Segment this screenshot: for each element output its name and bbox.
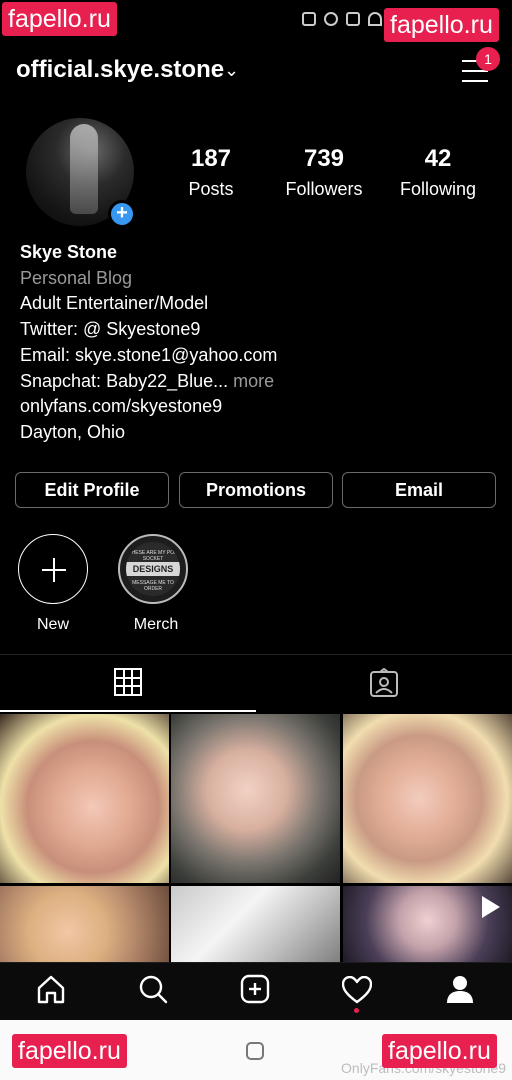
highlight-label-merch: Merch <box>133 616 179 633</box>
stat-value: 42 <box>424 145 452 172</box>
email-button[interactable]: Email <box>342 472 496 508</box>
watermark-top-right: fapello.ru <box>384 8 499 42</box>
bio-line: Snapchat: Baby22_Blue... <box>20 370 229 391</box>
post-thumbnail[interactable] <box>0 714 169 883</box>
chevron-down-icon[interactable]: ⌄ <box>224 60 239 81</box>
website-link[interactable]: onlyfans.com/skyestone9 <box>20 394 490 420</box>
grid-icon[interactable] <box>114 668 142 696</box>
stat-label: Posts <box>188 179 234 199</box>
home-icon[interactable] <box>36 974 66 1004</box>
alarm-icon <box>324 12 338 26</box>
stat-following[interactable]: 42 Following <box>383 145 493 200</box>
post-thumbnail[interactable] <box>171 886 340 962</box>
category-label: Personal Blog <box>20 267 133 288</box>
cover-bottom-text: MESSAGE ME TO ORDER <box>132 580 174 592</box>
profile-bio: Skye Stone Personal Blog Adult Entertain… <box>20 240 490 446</box>
promotions-button[interactable]: Promotions <box>179 472 333 508</box>
stat-posts[interactable]: 187 Posts <box>156 145 266 200</box>
activity-dot <box>354 1008 359 1013</box>
folder-icon <box>302 12 316 26</box>
status-icons <box>302 12 382 26</box>
post-thumbnail[interactable] <box>343 714 512 883</box>
system-home-button[interactable] <box>246 1042 264 1060</box>
watermark-bottom-right: fapello.ru <box>382 1034 497 1068</box>
cover-top-text: THESE ARE MY POP SOCKET <box>128 550 178 562</box>
stat-value: 739 <box>303 145 345 172</box>
highlight-merch[interactable]: THESE ARE MY POP SOCKET DESIGNS MESSAGE … <box>118 534 188 604</box>
more-link[interactable]: more <box>228 371 274 391</box>
post-thumbnail[interactable] <box>0 886 169 962</box>
stat-label: Followers <box>285 179 363 199</box>
cover-band-text: DESIGNS <box>126 562 180 576</box>
tab-active-indicator <box>0 710 256 712</box>
stat-label: Following <box>399 179 477 199</box>
highlight-label-new: New <box>36 616 69 633</box>
highlight-cover: THESE ARE MY POP SOCKET DESIGNS MESSAGE … <box>126 542 180 596</box>
add-story-icon[interactable]: + <box>108 200 136 228</box>
watermark-top-left: fapello.ru <box>2 2 117 36</box>
add-post-icon[interactable] <box>240 974 270 1004</box>
bio-line: Twitter: @ Skyestone9 <box>20 319 201 340</box>
bio-line: Email: skye.stone1@yahoo.com <box>20 344 278 365</box>
wifi-icon <box>368 12 382 26</box>
bio-line-truncated: Snapchat: Baby22_Blue... more <box>20 369 490 395</box>
edit-profile-button[interactable]: Edit Profile <box>15 472 169 508</box>
notification-badge: 1 <box>476 47 500 71</box>
location-text: Dayton, Ohio <box>20 421 126 442</box>
stat-followers[interactable]: 739 Followers <box>269 145 379 200</box>
display-name: Skye Stone <box>20 242 118 262</box>
bio-line: Adult Entertainer/Model <box>20 293 209 314</box>
tagged-icon[interactable] <box>369 668 399 698</box>
post-thumbnail[interactable] <box>171 714 340 883</box>
profile-icon[interactable] <box>445 974 475 1004</box>
video-icon <box>482 896 500 918</box>
heart-icon[interactable] <box>342 976 372 1004</box>
profile-username[interactable]: official.skye.stone <box>16 56 224 84</box>
watermark-bottom-left: fapello.ru <box>12 1034 127 1068</box>
search-icon[interactable] <box>138 974 168 1004</box>
profile-tabs <box>0 654 512 713</box>
mute-icon <box>346 12 360 26</box>
new-highlight-button[interactable] <box>18 534 88 604</box>
stat-value: 187 <box>190 145 232 172</box>
